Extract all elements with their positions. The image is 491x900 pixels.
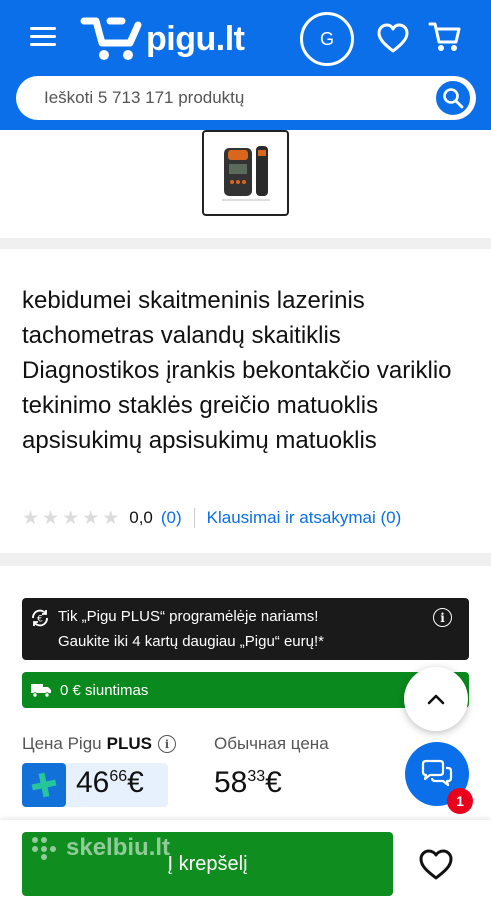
truck-icon bbox=[31, 684, 51, 698]
info-icon[interactable]: i bbox=[433, 608, 452, 627]
search-input[interactable] bbox=[44, 76, 424, 120]
star-icon: ★ bbox=[102, 507, 120, 529]
regular-price-label: Обычная цена bbox=[214, 734, 329, 753]
user-avatar[interactable]: G bbox=[300, 12, 354, 66]
star-icon: ★ bbox=[22, 507, 40, 529]
plus-badge-icon bbox=[22, 763, 66, 807]
plus-price: 4666€ bbox=[76, 766, 144, 800]
add-to-cart-button[interactable]: Į krepšelį bbox=[22, 832, 393, 896]
plus-price-currency: € bbox=[127, 766, 144, 799]
divider bbox=[193, 508, 195, 528]
logo-text: pigu.lt bbox=[146, 19, 245, 58]
shipping-text: 0 € siuntimas bbox=[60, 681, 149, 699]
regular-price-currency: € bbox=[265, 766, 282, 799]
euro-refresh-icon: € bbox=[32, 609, 48, 627]
product-info-card: kebidumei skaitmeninis lazerinis tachome… bbox=[0, 249, 491, 553]
rating-value: 0,0 bbox=[129, 508, 153, 527]
plus-price-box: 4666€ bbox=[22, 763, 168, 807]
wishlist-heart-icon[interactable] bbox=[376, 22, 410, 54]
info-icon[interactable]: i bbox=[157, 735, 176, 753]
search-bar bbox=[16, 76, 476, 120]
tachometer-image bbox=[221, 146, 270, 201]
plus-banner-line1: Tik „Pigu PLUS“ programėlėje nariams! bbox=[58, 608, 319, 625]
wishlist-heart-icon[interactable] bbox=[418, 848, 454, 882]
rating-stars: ★ ★ ★ ★ ★ bbox=[22, 509, 119, 528]
scroll-to-top-button[interactable] bbox=[404, 667, 468, 731]
regular-price: 5833€ bbox=[214, 766, 282, 800]
shopping-cart-icon[interactable] bbox=[428, 20, 462, 54]
search-icon bbox=[443, 88, 464, 109]
image-gallery bbox=[0, 130, 491, 238]
regular-price-int: 58 bbox=[214, 766, 248, 799]
chat-notification-badge: 1 bbox=[447, 788, 473, 814]
cart-logo-icon bbox=[80, 17, 142, 60]
free-shipping-badge: 0 € siuntimas bbox=[22, 672, 469, 708]
reviews-count-link[interactable]: (0) bbox=[161, 508, 182, 528]
search-button[interactable] bbox=[434, 79, 472, 117]
star-icon: ★ bbox=[82, 507, 100, 529]
questions-answers-link[interactable]: Klausimai ir atsakymai (0) bbox=[207, 508, 402, 528]
chevron-up-icon bbox=[427, 694, 445, 705]
plus-price-label-text: Цена Pigu bbox=[22, 734, 102, 753]
plus-price-label: Цена Pigu PLUS i bbox=[22, 734, 176, 754]
bottom-action-bar: Į krepšelį skelbiu.lt bbox=[0, 820, 491, 900]
pigu-plus-banner[interactable]: € Tik „Pigu PLUS“ programėlėje nariams! … bbox=[22, 598, 469, 660]
svg-text:€: € bbox=[37, 615, 43, 625]
site-logo[interactable]: pigu.lt bbox=[80, 14, 245, 64]
star-icon: ★ bbox=[62, 507, 80, 529]
plus-banner-line2: Gaukite iki 4 kartų daugiau „Pigu“ eurų!… bbox=[58, 633, 324, 650]
product-title: kebidumei skaitmeninis lazerinis tachome… bbox=[22, 287, 452, 454]
product-thumbnail[interactable] bbox=[202, 130, 289, 216]
star-icon: ★ bbox=[42, 507, 60, 529]
hamburger-menu-icon[interactable] bbox=[30, 27, 56, 47]
plus-price-int: 46 bbox=[76, 766, 110, 799]
rating-row: ★ ★ ★ ★ ★ 0,0 (0) Klausimai ir atsakymai… bbox=[22, 507, 401, 529]
plus-price-label-bold: PLUS bbox=[106, 734, 152, 753]
plus-price-cents: 66 bbox=[109, 768, 128, 785]
site-header: pigu.lt G bbox=[0, 0, 491, 130]
regular-price-cents: 33 bbox=[247, 768, 266, 785]
chat-bubbles-icon bbox=[421, 759, 453, 787]
